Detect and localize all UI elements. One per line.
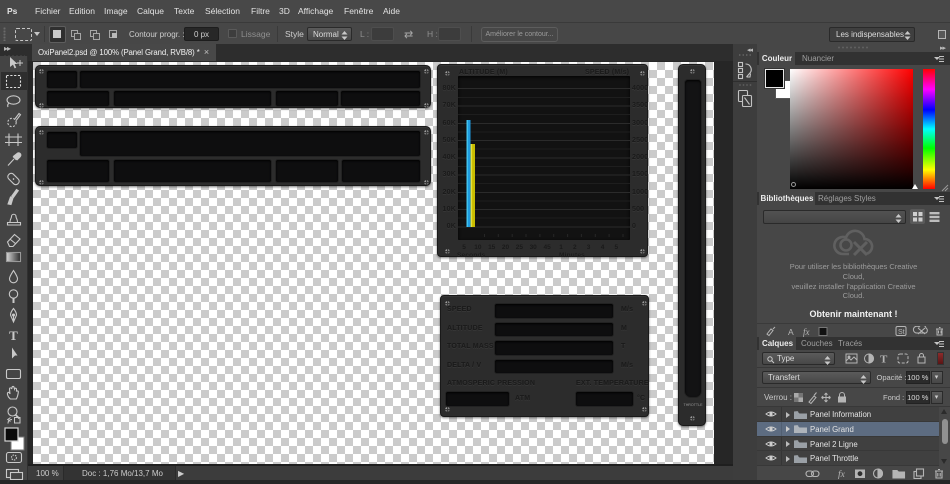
svg-text:fx: fx	[803, 327, 810, 337]
svg-text:A: A	[788, 327, 794, 337]
svg-text:T: T	[9, 328, 18, 343]
svg-text:St: St	[898, 329, 905, 336]
svg-text:T: T	[880, 354, 888, 366]
svg-text:fx: fx	[838, 469, 846, 479]
